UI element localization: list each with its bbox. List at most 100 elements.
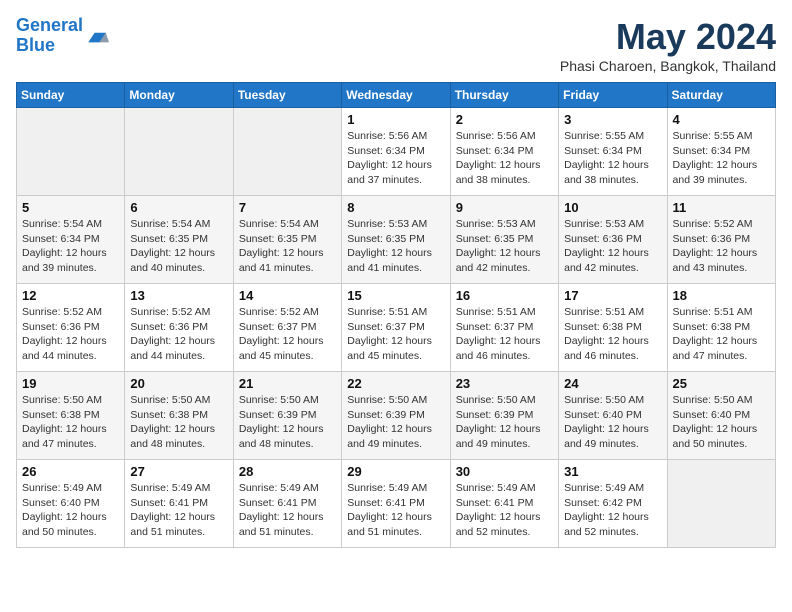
day-info: Sunrise: 5:51 AM Sunset: 6:37 PM Dayligh…: [347, 305, 444, 364]
calendar-body: 1 Sunrise: 5:56 AM Sunset: 6:34 PM Daylig…: [17, 108, 776, 548]
weekday-header-sunday: Sunday: [17, 83, 125, 108]
calendar-week-2: 5 Sunrise: 5:54 AM Sunset: 6:34 PM Daylig…: [17, 196, 776, 284]
day-info: Sunrise: 5:52 AM Sunset: 6:36 PM Dayligh…: [22, 305, 119, 364]
weekday-header-monday: Monday: [125, 83, 233, 108]
day-number: 28: [239, 464, 336, 479]
calendar-cell: 5 Sunrise: 5:54 AM Sunset: 6:34 PM Daylig…: [17, 196, 125, 284]
calendar-cell: 20 Sunrise: 5:50 AM Sunset: 6:38 PM Dayli…: [125, 372, 233, 460]
day-number: 10: [564, 200, 661, 215]
logo: General Blue: [16, 16, 109, 56]
calendar-cell: 1 Sunrise: 5:56 AM Sunset: 6:34 PM Daylig…: [342, 108, 450, 196]
calendar-table: SundayMondayTuesdayWednesdayThursdayFrid…: [16, 82, 776, 548]
calendar-cell: 8 Sunrise: 5:53 AM Sunset: 6:35 PM Daylig…: [342, 196, 450, 284]
calendar-cell: [667, 460, 775, 548]
day-number: 25: [673, 376, 770, 391]
day-number: 15: [347, 288, 444, 303]
calendar-cell: 7 Sunrise: 5:54 AM Sunset: 6:35 PM Daylig…: [233, 196, 341, 284]
logo-line1: General: [16, 15, 83, 35]
day-number: 17: [564, 288, 661, 303]
calendar-cell: 14Sunrise: 5:52 AM Sunset: 6:37 PM Dayli…: [233, 284, 341, 372]
calendar-cell: 10 Sunrise: 5:53 AM Sunset: 6:36 PM Dayli…: [559, 196, 667, 284]
day-info: Sunrise: 5:49 AM Sunset: 6:42 PM Dayligh…: [564, 481, 661, 540]
day-info: Sunrise: 5:50 AM Sunset: 6:40 PM Dayligh…: [673, 393, 770, 452]
calendar-cell: 22Sunrise: 5:50 AM Sunset: 6:39 PM Dayli…: [342, 372, 450, 460]
day-number: 29: [347, 464, 444, 479]
day-info: Sunrise: 5:56 AM Sunset: 6:34 PM Dayligh…: [456, 129, 553, 188]
day-number: 9: [456, 200, 553, 215]
calendar-cell: [17, 108, 125, 196]
day-number: 21: [239, 376, 336, 391]
day-number: 2: [456, 112, 553, 127]
day-number: 16: [456, 288, 553, 303]
day-info: Sunrise: 5:51 AM Sunset: 6:37 PM Dayligh…: [456, 305, 553, 364]
day-number: 8: [347, 200, 444, 215]
calendar-cell: 31 Sunrise: 5:49 AM Sunset: 6:42 PM Dayli…: [559, 460, 667, 548]
day-number: 24: [564, 376, 661, 391]
calendar-cell: 19 Sunrise: 5:50 AM Sunset: 6:38 PM Dayli…: [17, 372, 125, 460]
calendar-week-1: 1 Sunrise: 5:56 AM Sunset: 6:34 PM Daylig…: [17, 108, 776, 196]
day-info: Sunrise: 5:54 AM Sunset: 6:35 PM Dayligh…: [239, 217, 336, 276]
day-number: 19: [22, 376, 119, 391]
calendar-cell: 16 Sunrise: 5:51 AM Sunset: 6:37 PM Dayli…: [450, 284, 558, 372]
logo-text: General Blue: [16, 16, 83, 56]
weekday-header-tuesday: Tuesday: [233, 83, 341, 108]
day-number: 18: [673, 288, 770, 303]
calendar-cell: 12 Sunrise: 5:52 AM Sunset: 6:36 PM Dayli…: [17, 284, 125, 372]
day-number: 20: [130, 376, 227, 391]
day-info: Sunrise: 5:55 AM Sunset: 6:34 PM Dayligh…: [673, 129, 770, 188]
day-info: Sunrise: 5:52 AM Sunset: 6:36 PM Dayligh…: [673, 217, 770, 276]
calendar-cell: 11 Sunrise: 5:52 AM Sunset: 6:36 PM Dayli…: [667, 196, 775, 284]
day-info: Sunrise: 5:49 AM Sunset: 6:40 PM Dayligh…: [22, 481, 119, 540]
day-info: Sunrise: 5:52 AM Sunset: 6:37 PM Dayligh…: [239, 305, 336, 364]
day-info: Sunrise: 5:54 AM Sunset: 6:34 PM Dayligh…: [22, 217, 119, 276]
day-number: 4: [673, 112, 770, 127]
title-block: May 2024 Phasi Charoen, Bangkok, Thailan…: [560, 16, 776, 74]
logo-icon: [85, 24, 109, 48]
calendar-cell: 2 Sunrise: 5:56 AM Sunset: 6:34 PM Daylig…: [450, 108, 558, 196]
day-number: 6: [130, 200, 227, 215]
day-info: Sunrise: 5:50 AM Sunset: 6:39 PM Dayligh…: [239, 393, 336, 452]
calendar-cell: 21 Sunrise: 5:50 AM Sunset: 6:39 PM Dayli…: [233, 372, 341, 460]
day-info: Sunrise: 5:49 AM Sunset: 6:41 PM Dayligh…: [239, 481, 336, 540]
month-title: May 2024: [560, 16, 776, 58]
calendar-cell: 4 Sunrise: 5:55 AM Sunset: 6:34 PM Daylig…: [667, 108, 775, 196]
weekday-header-wednesday: Wednesday: [342, 83, 450, 108]
location-subtitle: Phasi Charoen, Bangkok, Thailand: [560, 58, 776, 74]
day-info: Sunrise: 5:50 AM Sunset: 6:38 PM Dayligh…: [130, 393, 227, 452]
day-info: Sunrise: 5:54 AM Sunset: 6:35 PM Dayligh…: [130, 217, 227, 276]
calendar-header: SundayMondayTuesdayWednesdayThursdayFrid…: [17, 83, 776, 108]
calendar-cell: 25 Sunrise: 5:50 AM Sunset: 6:40 PM Dayli…: [667, 372, 775, 460]
day-number: 5: [22, 200, 119, 215]
day-number: 27: [130, 464, 227, 479]
day-info: Sunrise: 5:51 AM Sunset: 6:38 PM Dayligh…: [564, 305, 661, 364]
day-info: Sunrise: 5:53 AM Sunset: 6:35 PM Dayligh…: [347, 217, 444, 276]
weekday-header-row: SundayMondayTuesdayWednesdayThursdayFrid…: [17, 83, 776, 108]
calendar-cell: 30Sunrise: 5:49 AM Sunset: 6:41 PM Dayli…: [450, 460, 558, 548]
day-info: Sunrise: 5:56 AM Sunset: 6:34 PM Dayligh…: [347, 129, 444, 188]
day-number: 1: [347, 112, 444, 127]
calendar-cell: 17 Sunrise: 5:51 AM Sunset: 6:38 PM Dayli…: [559, 284, 667, 372]
day-number: 7: [239, 200, 336, 215]
calendar-cell: 13 Sunrise: 5:52 AM Sunset: 6:36 PM Dayli…: [125, 284, 233, 372]
calendar-week-4: 19 Sunrise: 5:50 AM Sunset: 6:38 PM Dayli…: [17, 372, 776, 460]
day-info: Sunrise: 5:50 AM Sunset: 6:39 PM Dayligh…: [456, 393, 553, 452]
day-info: Sunrise: 5:49 AM Sunset: 6:41 PM Dayligh…: [130, 481, 227, 540]
weekday-header-saturday: Saturday: [667, 83, 775, 108]
calendar-cell: [233, 108, 341, 196]
weekday-header-friday: Friday: [559, 83, 667, 108]
day-info: Sunrise: 5:52 AM Sunset: 6:36 PM Dayligh…: [130, 305, 227, 364]
calendar-week-3: 12 Sunrise: 5:52 AM Sunset: 6:36 PM Dayli…: [17, 284, 776, 372]
calendar-cell: 6 Sunrise: 5:54 AM Sunset: 6:35 PM Daylig…: [125, 196, 233, 284]
calendar-cell: 18Sunrise: 5:51 AM Sunset: 6:38 PM Dayli…: [667, 284, 775, 372]
day-info: Sunrise: 5:53 AM Sunset: 6:35 PM Dayligh…: [456, 217, 553, 276]
calendar-week-5: 26Sunrise: 5:49 AM Sunset: 6:40 PM Dayli…: [17, 460, 776, 548]
calendar-cell: 23Sunrise: 5:50 AM Sunset: 6:39 PM Dayli…: [450, 372, 558, 460]
day-info: Sunrise: 5:50 AM Sunset: 6:38 PM Dayligh…: [22, 393, 119, 452]
day-info: Sunrise: 5:50 AM Sunset: 6:40 PM Dayligh…: [564, 393, 661, 452]
day-number: 31: [564, 464, 661, 479]
day-number: 13: [130, 288, 227, 303]
day-number: 11: [673, 200, 770, 215]
weekday-header-thursday: Thursday: [450, 83, 558, 108]
day-info: Sunrise: 5:53 AM Sunset: 6:36 PM Dayligh…: [564, 217, 661, 276]
day-number: 12: [22, 288, 119, 303]
